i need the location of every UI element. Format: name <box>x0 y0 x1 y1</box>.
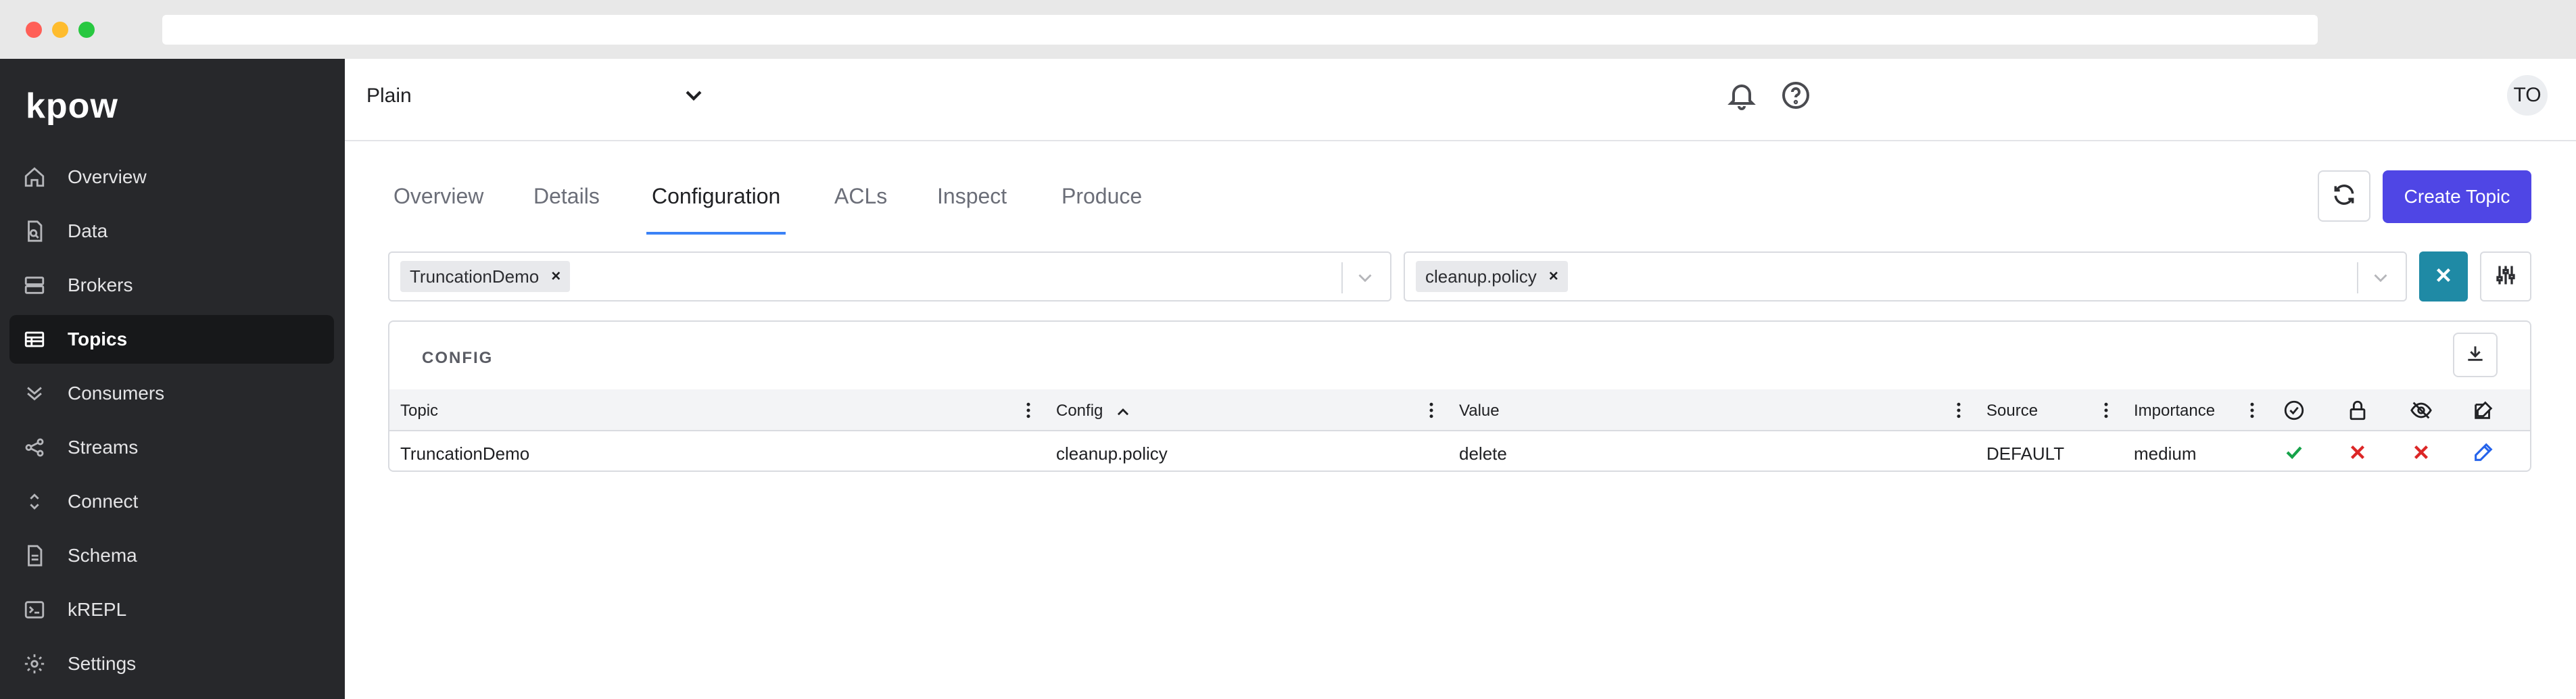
address-bar[interactable] <box>162 15 2318 45</box>
file-search-icon <box>23 220 46 243</box>
tab-configuration[interactable]: Configuration <box>652 184 780 209</box>
table-icon <box>23 328 46 351</box>
panel-title: CONFIG <box>422 349 494 367</box>
tab-overview[interactable]: Overview <box>393 184 483 209</box>
create-topic-button[interactable]: Create Topic <box>2383 170 2531 223</box>
active-tab-indicator <box>646 232 786 235</box>
sidebar-item-label: Consumers <box>68 383 165 404</box>
terminal-icon <box>23 598 46 621</box>
sidebar-item-schema[interactable]: Schema <box>9 531 334 580</box>
cross-icon <box>2410 441 2433 464</box>
pencil-icon[interactable] <box>2472 441 2495 464</box>
tab-details[interactable]: Details <box>533 184 600 209</box>
sidebar-item-label: Topics <box>68 329 128 350</box>
topic-filter-chip: TruncationDemo × <box>400 261 571 292</box>
chevron-down-icon[interactable] <box>680 82 707 109</box>
sidebar-item-label: Connect <box>68 491 139 512</box>
sidebar-item-connect[interactable]: Connect <box>9 477 334 526</box>
sidebar-item-consumers[interactable]: Consumers <box>9 369 334 418</box>
column-menu-icon[interactable] <box>1025 400 1032 420</box>
check-icon <box>2283 441 2306 464</box>
share-icon <box>23 436 46 459</box>
refresh-icon <box>2331 182 2357 211</box>
download-button[interactable] <box>2453 333 2498 377</box>
clear-filters-button[interactable] <box>2419 251 2468 302</box>
top-header: Plain TO <box>345 59 2576 141</box>
eye-off-icon <box>2410 399 2433 422</box>
divider <box>2357 262 2358 293</box>
sidebar-item-data[interactable]: Data <box>9 207 334 256</box>
lock-icon <box>2346 399 2369 422</box>
filter-settings-button[interactable] <box>2480 251 2531 302</box>
cell-value: delete <box>1459 443 1507 464</box>
double-chevron-down-icon <box>23 382 46 405</box>
sidebar-item-brokers[interactable]: Brokers <box>9 261 334 310</box>
column-header-source[interactable]: Source <box>1986 402 2038 420</box>
column-header-value[interactable]: Value <box>1459 402 1500 420</box>
sidebar: kpow Overview Data Brokers Topics Consum… <box>0 59 345 699</box>
tab-acls[interactable]: ACLs <box>834 184 887 209</box>
chip-label: cleanup.policy <box>1425 266 1537 287</box>
edit-icon <box>2472 399 2495 422</box>
document-icon <box>23 544 46 567</box>
column-menu-icon[interactable] <box>2249 400 2256 420</box>
table-header: Topic Config Value Source Importance <box>389 389 2530 431</box>
chevron-down-icon[interactable] <box>1354 266 1377 289</box>
server-icon <box>23 274 46 297</box>
app-logo[interactable]: kpow <box>26 86 118 126</box>
close-icon <box>2432 264 2455 290</box>
column-menu-icon[interactable] <box>1955 400 1962 420</box>
window-close-button[interactable] <box>26 22 42 38</box>
chip-label: TruncationDemo <box>410 266 540 287</box>
sidebar-item-overview[interactable]: Overview <box>9 153 334 201</box>
sidebar-item-label: Data <box>68 220 108 241</box>
cell-config: cleanup.policy <box>1056 443 1168 464</box>
sidebar-item-label: kREPL <box>68 599 127 620</box>
tab-produce[interactable]: Produce <box>1062 184 1142 209</box>
check-circle-icon <box>2283 399 2306 422</box>
remove-chip-icon[interactable]: × <box>551 267 560 286</box>
download-icon <box>2464 343 2486 368</box>
config-filter-select[interactable]: cleanup.policy × <box>1404 251 2407 302</box>
remove-chip-icon[interactable]: × <box>1549 267 1558 286</box>
cluster-selector[interactable]: Plain <box>366 85 412 107</box>
config-filter-chip: cleanup.policy × <box>1416 261 1568 292</box>
sliders-icon <box>2494 263 2518 291</box>
cell-importance: medium <box>2134 443 2197 464</box>
sidebar-item-label: Brokers <box>68 274 133 295</box>
topic-filter-select[interactable]: TruncationDemo × <box>388 251 1391 302</box>
sidebar-item-settings[interactable]: Settings <box>9 640 334 688</box>
sidebar-item-krepl[interactable]: kREPL <box>9 585 334 634</box>
sidebar-item-label: Overview <box>68 166 147 187</box>
window-minimize-button[interactable] <box>52 22 68 38</box>
sidebar-item-label: Settings <box>68 653 137 674</box>
cell-topic: TruncationDemo <box>400 443 530 464</box>
column-header-config[interactable]: Config <box>1056 402 1103 420</box>
chevron-up-down-icon <box>23 490 46 513</box>
window-maximize-button[interactable] <box>78 22 95 38</box>
sort-ascending-icon[interactable] <box>1112 400 1132 420</box>
divider <box>1341 262 1343 293</box>
home-icon <box>23 166 46 189</box>
column-menu-icon[interactable] <box>2103 400 2109 420</box>
avatar[interactable]: TO <box>2507 75 2548 116</box>
help-icon[interactable] <box>1780 79 1812 112</box>
refresh-button[interactable] <box>2318 170 2370 222</box>
browser-chrome <box>0 0 2576 59</box>
tab-inspect[interactable]: Inspect <box>937 184 1007 209</box>
sidebar-item-streams[interactable]: Streams <box>9 423 334 472</box>
chevron-down-icon[interactable] <box>2369 266 2392 289</box>
cross-icon <box>2346 441 2369 464</box>
bell-icon[interactable] <box>1725 79 1758 112</box>
column-header-topic[interactable]: Topic <box>400 402 438 420</box>
sidebar-item-label: Schema <box>68 545 137 566</box>
column-menu-icon[interactable] <box>1428 400 1435 420</box>
cell-source: DEFAULT <box>1986 443 2065 464</box>
sidebar-item-topics[interactable]: Topics <box>9 315 334 364</box>
column-header-importance[interactable]: Importance <box>2134 402 2215 420</box>
sidebar-item-label: Streams <box>68 437 139 458</box>
config-panel: CONFIG Topic Config Value Source Importa… <box>388 320 2531 472</box>
gear-icon <box>23 652 46 675</box>
